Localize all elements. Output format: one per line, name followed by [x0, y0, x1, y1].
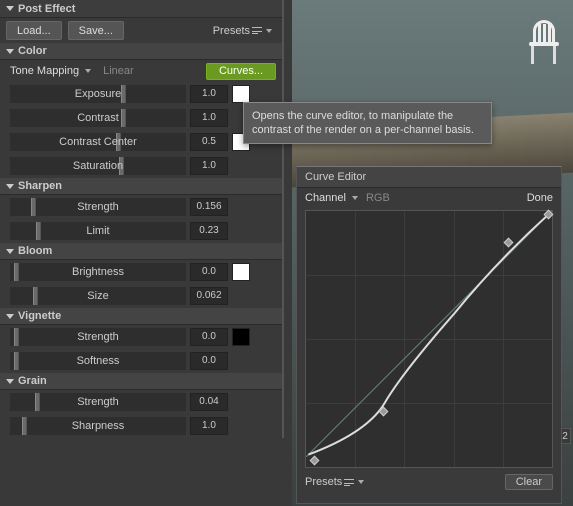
grain-strength-value[interactable]: 0.04 — [190, 393, 228, 411]
collapse-icon — [6, 49, 14, 54]
tone-mapping-mode[interactable]: Linear — [103, 65, 134, 77]
bloom-brightness-row: Brightness 0.0 — [0, 260, 282, 284]
contrast-row: Contrast 1.0 — [0, 106, 282, 130]
sharpen-limit-slider[interactable]: Limit — [10, 222, 186, 240]
chair-prop — [527, 20, 563, 66]
saturation-row: Saturation 1.0 — [0, 154, 282, 178]
chevron-down-icon — [266, 29, 272, 33]
collapse-icon — [6, 314, 14, 319]
collapse-icon — [6, 379, 14, 384]
saturation-value[interactable]: 1.0 — [190, 157, 228, 175]
bloom-size-value[interactable]: 0.062 — [190, 287, 228, 305]
sharpen-limit-value[interactable]: 0.23 — [190, 222, 228, 240]
grain-sharpness-row: Sharpness 1.0 — [0, 414, 282, 438]
load-button[interactable]: Load... — [6, 21, 62, 40]
done-button[interactable]: Done — [527, 192, 553, 204]
channel-label: Channel — [305, 192, 346, 204]
list-icon — [344, 479, 354, 486]
collapse-icon — [6, 184, 14, 189]
vignette-strength-row: Strength 0.0 — [0, 325, 282, 349]
sharpen-strength-row: Strength 0.156 — [0, 195, 282, 219]
chevron-down-icon[interactable] — [85, 69, 91, 73]
post-effect-panel: Post Effect Load... Save... Presets Colo… — [0, 0, 284, 438]
sharpen-strength-value[interactable]: 0.156 — [190, 198, 228, 216]
contrast-slider[interactable]: Contrast — [10, 109, 186, 127]
tone-mapping-label: Tone Mapping — [10, 65, 79, 77]
exposure-swatch[interactable] — [232, 85, 250, 103]
presets-dropdown[interactable]: Presets — [213, 25, 276, 37]
contrast-center-row: Contrast Center 0.5 — [0, 130, 282, 154]
contrast-center-value[interactable]: 0.5 — [190, 133, 228, 151]
color-header[interactable]: Color — [0, 43, 282, 60]
grain-sharpness-slider[interactable]: Sharpness — [10, 417, 186, 435]
contrast-value[interactable]: 1.0 — [190, 109, 228, 127]
bloom-brightness-slider[interactable]: Brightness — [10, 263, 186, 281]
grain-strength-row: Strength 0.04 — [0, 390, 282, 414]
channel-value[interactable]: RGB — [366, 192, 390, 204]
contrast-center-slider[interactable]: Contrast Center — [10, 133, 186, 151]
sharpen-header[interactable]: Sharpen — [0, 178, 282, 195]
vignette-swatch[interactable] — [232, 328, 250, 346]
curve-canvas[interactable] — [305, 210, 553, 468]
bloom-header[interactable]: Bloom — [0, 243, 282, 260]
curve-svg — [306, 211, 552, 457]
bloom-size-slider[interactable]: Size — [10, 287, 186, 305]
vignette-softness-value[interactable]: 0.0 — [190, 352, 228, 370]
vignette-header[interactable]: Vignette — [0, 308, 282, 325]
sharpen-limit-row: Limit 0.23 — [0, 219, 282, 243]
chevron-down-icon — [358, 480, 364, 484]
saturation-slider[interactable]: Saturation — [10, 157, 186, 175]
presets-label: Presets — [213, 25, 250, 37]
chevron-down-icon[interactable] — [352, 196, 358, 200]
collapse-icon — [6, 249, 14, 254]
collapse-icon — [6, 6, 14, 11]
curve-editor-title: Curve Editor — [297, 167, 561, 188]
clear-button[interactable]: Clear — [505, 474, 553, 490]
bloom-size-row: Size 0.062 — [0, 284, 282, 308]
exposure-slider[interactable]: Exposure — [10, 85, 186, 103]
slider-handle[interactable] — [121, 85, 126, 103]
bloom-swatch[interactable] — [232, 263, 250, 281]
vignette-strength-slider[interactable]: Strength — [10, 328, 186, 346]
vignette-softness-slider[interactable]: Softness — [10, 352, 186, 370]
sharpen-strength-slider[interactable]: Strength — [10, 198, 186, 216]
save-button[interactable]: Save... — [68, 21, 124, 40]
post-effect-header[interactable]: Post Effect — [0, 0, 282, 18]
curve-presets-dropdown[interactable]: Presets — [305, 476, 368, 488]
tone-mapping-row: Tone Mapping Linear Curves... — [0, 60, 282, 82]
curve-footer: Presets Clear — [297, 472, 561, 494]
exposure-value[interactable]: 1.0 — [190, 85, 228, 103]
grain-strength-slider[interactable]: Strength — [10, 393, 186, 411]
vignette-softness-row: Softness 0.0 — [0, 349, 282, 373]
grain-sharpness-value[interactable]: 1.0 — [190, 417, 228, 435]
header-buttons: Load... Save... Presets — [0, 18, 282, 43]
bloom-brightness-value[interactable]: 0.0 — [190, 263, 228, 281]
channel-row: Channel RGB Done — [297, 188, 561, 208]
exposure-row: Exposure 1.0 — [0, 82, 282, 106]
vignette-strength-value[interactable]: 0.0 — [190, 328, 228, 346]
curve-editor-panel: Curve Editor Channel RGB Done Presets Cl… — [296, 166, 562, 504]
slider-label: Exposure — [75, 88, 121, 100]
list-icon — [252, 27, 262, 34]
curves-button[interactable]: Curves... — [206, 63, 276, 80]
grain-header[interactable]: Grain — [0, 373, 282, 390]
panel-title: Post Effect — [18, 3, 75, 15]
curves-tooltip: Opens the curve editor, to manipulate th… — [243, 102, 492, 144]
section-title: Color — [18, 45, 47, 57]
